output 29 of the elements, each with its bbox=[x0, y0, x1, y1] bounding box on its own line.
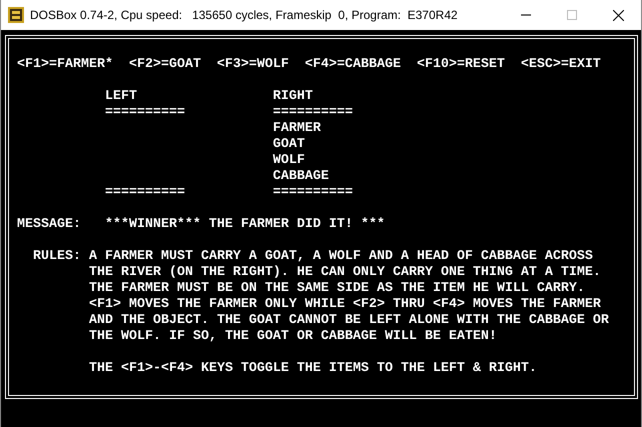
rules-text-line: A FARMER MUST CARRY A GOAT, A WOLF AND A HEAD OF CABBAGE ACROSS bbox=[88, 249, 594, 265]
bank-item: GOAT bbox=[272, 137, 306, 153]
key-legend: <F1>=FARMER* bbox=[16, 57, 113, 73]
message-text: ***WINNER*** THE FARMER DID IT! *** bbox=[104, 217, 385, 233]
bank-heading: LEFT bbox=[104, 89, 138, 105]
key-legend: <ESC>=EXIT bbox=[520, 57, 601, 73]
rules-footer-text: THE <F1>-<F4> KEYS TOGGLE THE ITEMS TO THE LEFT & RIGHT. bbox=[88, 361, 537, 377]
bank-item: WOLF bbox=[272, 153, 306, 169]
rules-text-line: THE RIVER (ON THE RIGHT). HE CAN ONLY CARRY ONE THING AT A TIME. bbox=[88, 265, 602, 281]
bank-item: FARMER bbox=[272, 121, 322, 137]
divider-text: ========== bbox=[104, 185, 186, 201]
divider-text: ========== bbox=[272, 185, 354, 201]
close-icon[interactable] bbox=[612, 10, 624, 20]
key-legend: <F10>=RESET bbox=[416, 57, 505, 73]
rules-text-line: <F1> MOVES THE FARMER ONLY WHILE <F2> THRU <F4> MOVES THE FARMER bbox=[88, 297, 602, 313]
rules-text-line: AND THE OBJECT. THE GOAT CANNOT BE LEFT ALONE WITH THE CABBAGE OR bbox=[88, 313, 609, 329]
rules-label: RULES: bbox=[32, 249, 82, 266]
key-legend: <F4>=CABBAGE bbox=[304, 57, 401, 73]
divider-text: ========== bbox=[104, 105, 186, 121]
rules-text-line: THE WOLF. IF SO, THE GOAT OR CABBAGE WILL BE EATEN! bbox=[88, 329, 498, 345]
bank-item: CABBAGE bbox=[272, 169, 330, 185]
dosbox-logo-icon bbox=[8, 7, 24, 23]
bank-heading: RIGHT bbox=[272, 89, 314, 105]
window-title: DOSBox 0.74-2, Cpu speed: 135650 cycles, Frameskip 0, Program: E370R42 bbox=[30, 8, 459, 22]
key-legend: <F2>=GOAT bbox=[128, 57, 201, 73]
divider-text: ========== bbox=[272, 105, 354, 121]
key-legend: <F3>=WOLF bbox=[216, 57, 289, 73]
rules-text-line: THE FARMER MUST BE ON THE SAME SIDE AS THE ITEM HE WILL CARRY. bbox=[88, 281, 586, 297]
message-label: MESSAGE: bbox=[16, 217, 82, 233]
